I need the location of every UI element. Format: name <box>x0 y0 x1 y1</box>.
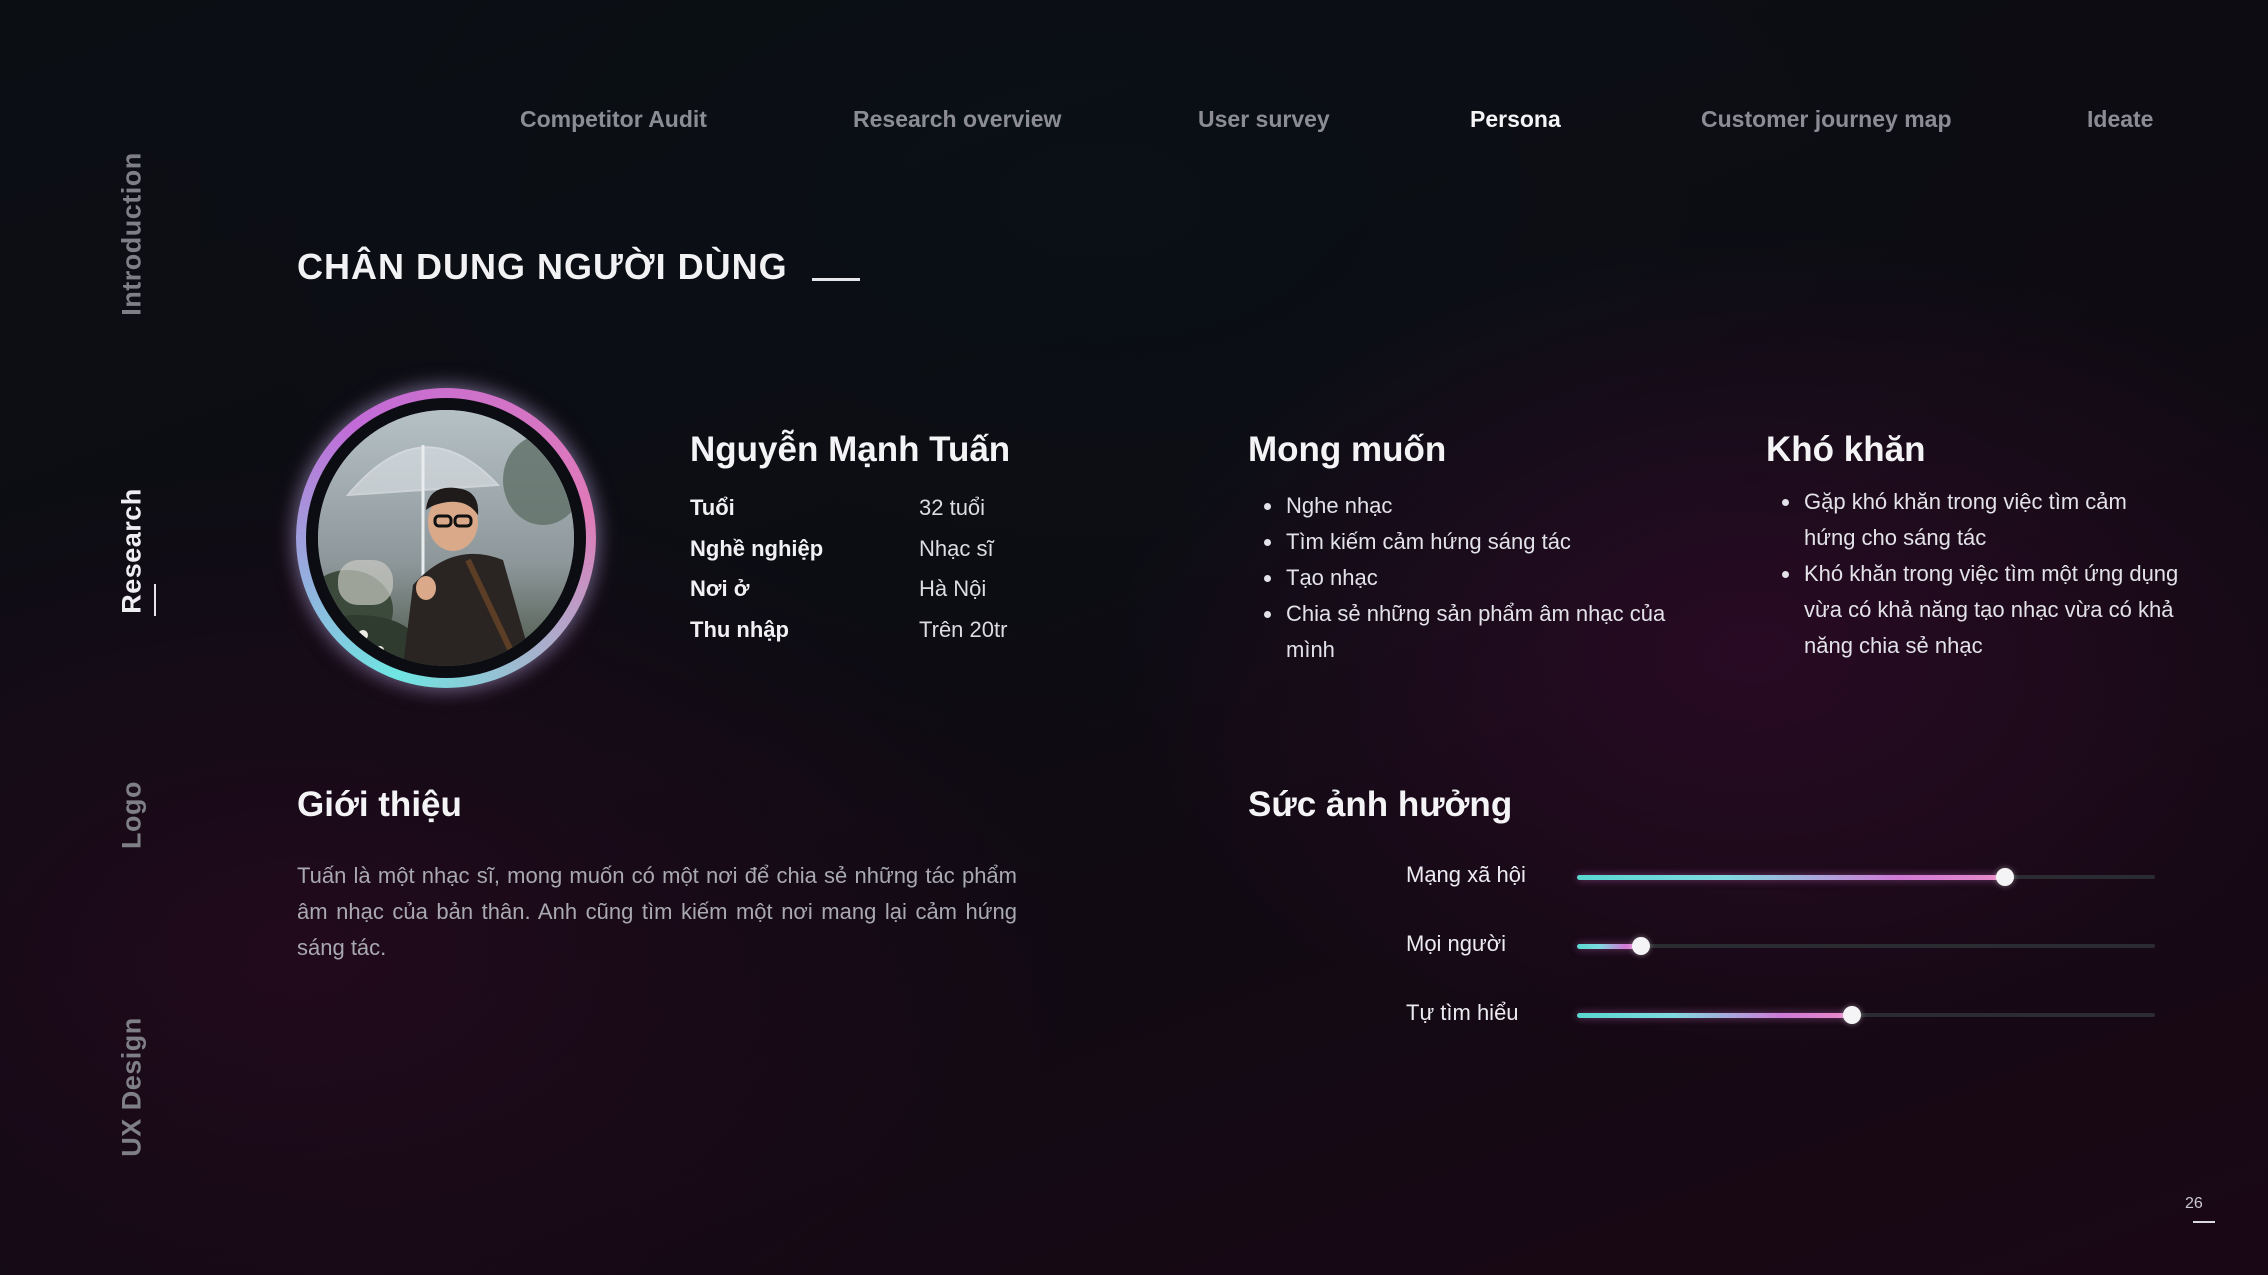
desires-list: Nghe nhạc Tìm kiếm cảm hứng sáng tác Tạo… <box>1260 488 1684 668</box>
tab-customer-journey-map[interactable]: Customer journey map <box>1701 106 1952 133</box>
influence-label-social-media: Mạng xã hội <box>1406 862 1526 887</box>
field-label-age: Tuổi <box>690 495 735 520</box>
slider-knob[interactable] <box>1842 1006 1861 1024</box>
slider-fill <box>1577 1012 1852 1018</box>
list-item: Tìm kiếm cảm hứng sáng tác <box>1284 524 1684 560</box>
field-value-residence: Hà Nội <box>919 576 987 601</box>
persona-photo <box>318 410 574 666</box>
influence-label-people: Mọi người <box>1406 931 1507 956</box>
field-value-income: Trên 20tr <box>919 617 1008 642</box>
side-item-logo[interactable]: Logo <box>117 781 148 849</box>
page-number-underline <box>2193 1221 2215 1223</box>
title-underline <box>812 278 860 281</box>
intro-title: Giới thiệu <box>297 785 462 824</box>
difficulties-list: Gặp khó khăn trong việc tìm cảm hứng cho… <box>1778 484 2182 664</box>
list-item: Nghe nhạc <box>1284 488 1684 524</box>
page-title: CHÂN DUNG NGƯỜI DÙNG <box>297 246 788 287</box>
field-label-income: Thu nhập <box>690 617 789 642</box>
side-item-ux-design[interactable]: UX Design <box>117 1017 148 1157</box>
influence-slider-social-media[interactable] <box>1577 868 2155 886</box>
avatar <box>296 388 596 688</box>
influence-label-self-research: Tự tìm hiểu <box>1406 1000 1519 1025</box>
list-item: Tạo nhạc <box>1284 560 1684 596</box>
tab-persona[interactable]: Persona <box>1470 106 1561 133</box>
tab-ideate[interactable]: Ideate <box>2087 106 2153 133</box>
field-value-occupation: Nhạc sĩ <box>919 536 994 561</box>
field-value-age: 32 tuổi <box>919 495 986 520</box>
tab-research-overview[interactable]: Research overview <box>853 106 1061 133</box>
intro-text: Tuấn là một nhạc sĩ, mong muốn có một nơ… <box>297 863 1017 960</box>
field-label-occupation: Nghề nghiệp <box>690 536 824 561</box>
influence-slider-people[interactable] <box>1577 937 2155 955</box>
list-item: Chia sẻ những sản phẩm âm nhạc của mình <box>1284 596 1684 668</box>
tab-competitor-audit[interactable]: Competitor Audit <box>520 106 707 133</box>
persona-name: Nguyễn Mạnh Tuấn <box>690 430 1011 469</box>
influence-slider-self-research[interactable] <box>1577 1006 2155 1024</box>
list-item: Khó khăn trong việc tìm một ứng dụng vừa… <box>1802 556 2182 664</box>
slider-knob[interactable] <box>1995 868 2014 886</box>
side-item-research[interactable]: Research <box>117 488 148 614</box>
list-item: Gặp khó khăn trong việc tìm cảm hứng cho… <box>1802 484 2182 556</box>
slider-fill <box>1577 874 2005 880</box>
field-label-residence: Nơi ở <box>690 576 750 601</box>
slider-knob[interactable] <box>1631 937 1650 955</box>
tab-user-survey[interactable]: User survey <box>1198 106 1330 133</box>
desires-title: Mong muốn <box>1248 430 1447 469</box>
side-item-introduction[interactable]: Introduction <box>117 152 148 315</box>
page-number: 26 <box>2185 1195 2203 1212</box>
influence-title: Sức ảnh hưởng <box>1248 785 1513 824</box>
difficulties-title: Khó khăn <box>1766 430 1926 469</box>
persona-photo-illustration <box>318 410 574 666</box>
side-active-marker <box>154 584 156 616</box>
